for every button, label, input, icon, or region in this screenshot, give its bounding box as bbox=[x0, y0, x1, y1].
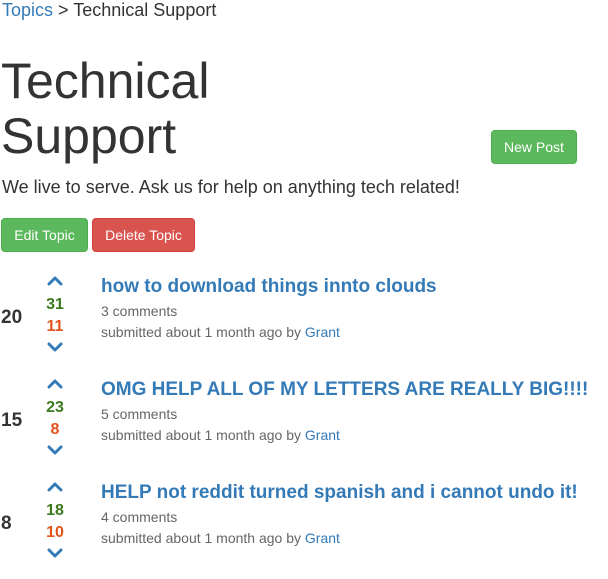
downvote-count: 11 bbox=[46, 318, 64, 335]
topic-description: We live to serve. Ask us for help on any… bbox=[2, 177, 460, 197]
edit-topic-button[interactable]: Edit Topic bbox=[1, 218, 88, 252]
comments-count: 4 comments bbox=[101, 509, 178, 525]
chevron-up-icon[interactable] bbox=[47, 378, 63, 390]
post-score: 8 bbox=[1, 513, 12, 534]
post-item: 8 18 10 HELP not reddit turned spanish a… bbox=[0, 481, 608, 571]
delete-topic-button[interactable]: Delete Topic bbox=[92, 218, 195, 252]
post-title-link[interactable]: OMG HELP ALL OF MY LETTERS ARE REALLY BI… bbox=[101, 378, 588, 402]
chevron-down-icon[interactable] bbox=[47, 547, 63, 559]
post-title-link[interactable]: HELP not reddit turned spanish and i can… bbox=[101, 481, 578, 505]
new-post-button[interactable]: New Post bbox=[491, 130, 577, 164]
submitted-text: submitted about 1 month ago by bbox=[101, 324, 302, 340]
breadcrumb-current: Technical Support bbox=[73, 0, 217, 20]
post-item: 15 23 8 OMG HELP ALL OF MY LETTERS ARE R… bbox=[0, 378, 608, 468]
post-score: 15 bbox=[1, 410, 23, 431]
submitted-info: submitted about 1 month ago by Grant bbox=[101, 426, 340, 444]
chevron-down-icon[interactable] bbox=[47, 444, 63, 456]
breadcrumb-separator: > bbox=[58, 0, 69, 20]
submitted-info: submitted about 1 month ago by Grant bbox=[101, 529, 340, 547]
author-link[interactable]: Grant bbox=[305, 427, 340, 443]
vote-controls: 18 10 bbox=[40, 481, 70, 571]
submitted-text: submitted about 1 month ago by bbox=[101, 530, 302, 546]
author-link[interactable]: Grant bbox=[305, 530, 340, 546]
chevron-up-icon[interactable] bbox=[47, 481, 63, 493]
submitted-info: submitted about 1 month ago by Grant bbox=[101, 323, 340, 341]
author-link[interactable]: Grant bbox=[305, 324, 340, 340]
chevron-down-icon[interactable] bbox=[47, 341, 63, 353]
downvote-count: 10 bbox=[46, 524, 64, 541]
comments-count: 3 comments bbox=[101, 303, 178, 319]
submitted-text: submitted about 1 month ago by bbox=[101, 427, 302, 443]
comments-count: 5 comments bbox=[101, 406, 178, 422]
chevron-up-icon[interactable] bbox=[47, 275, 63, 287]
downvote-count: 8 bbox=[50, 421, 60, 438]
breadcrumb-topics-link[interactable]: Topics bbox=[2, 0, 53, 20]
page-title: Technical Support bbox=[1, 53, 210, 164]
vote-controls: 31 11 bbox=[40, 275, 70, 365]
upvote-count: 31 bbox=[46, 296, 64, 313]
post-item: 20 31 11 how to download things innto cl… bbox=[0, 275, 608, 365]
upvote-count: 18 bbox=[46, 502, 64, 519]
vote-controls: 23 8 bbox=[40, 378, 70, 468]
post-score: 20 bbox=[1, 307, 23, 328]
breadcrumb: Topics > Technical Support bbox=[2, 0, 216, 21]
post-title-link[interactable]: how to download things innto clouds bbox=[101, 275, 437, 299]
upvote-count: 23 bbox=[46, 399, 64, 416]
